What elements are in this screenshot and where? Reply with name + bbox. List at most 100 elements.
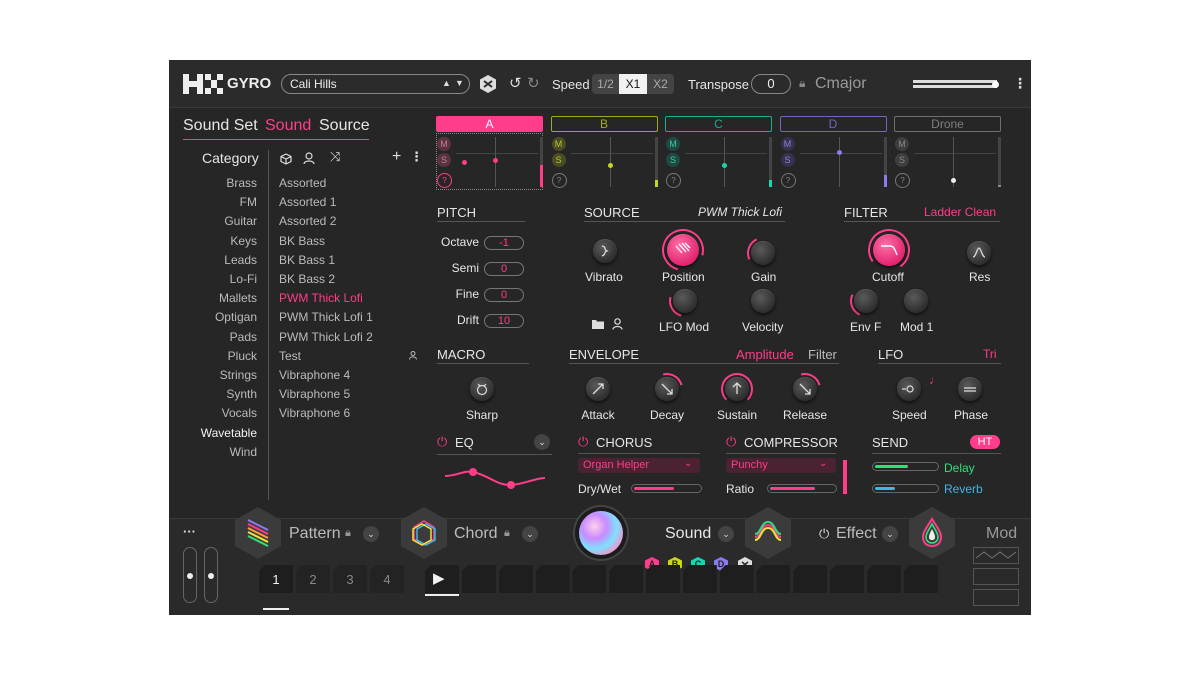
sequencer-step[interactable] xyxy=(793,565,828,593)
sequencer-step[interactable] xyxy=(609,565,644,593)
sound-item[interactable]: Vibraphone 6 xyxy=(279,406,350,420)
attack-knob[interactable] xyxy=(586,377,610,401)
chorus-power-icon[interactable]: ⏻ xyxy=(578,434,588,450)
pitch-value-field[interactable]: 0 xyxy=(484,262,524,276)
effect-power-icon[interactable]: ⏻ xyxy=(819,526,829,542)
reverb-send-slider[interactable] xyxy=(872,484,939,493)
category-item[interactable]: Mallets xyxy=(219,291,257,305)
mod-slot-3[interactable] xyxy=(973,589,1019,606)
pattern-lock-icon[interactable]: 🔒︎ xyxy=(345,527,351,540)
category-item[interactable]: Keys xyxy=(230,234,257,248)
folder-icon[interactable] xyxy=(591,318,606,330)
mod-1-knob[interactable] xyxy=(904,289,928,313)
bottom-more-icon[interactable]: ··· xyxy=(183,524,196,539)
sound-item[interactable]: BK Bass 1 xyxy=(279,253,335,267)
sound-item[interactable]: Test xyxy=(279,349,301,363)
eq-dropdown-icon[interactable]: ⌄ xyxy=(534,434,550,450)
menu-kebab-icon[interactable]: ⋮ xyxy=(1013,75,1027,92)
effect-dropdown-icon[interactable]: ⌄ xyxy=(882,526,898,542)
sound-item[interactable]: Assorted xyxy=(279,176,326,190)
category-item[interactable]: FM xyxy=(240,195,257,209)
add-sound-icon[interactable]: + xyxy=(392,148,401,166)
solo-button[interactable]: S xyxy=(666,153,680,167)
lfo-phase-knob[interactable] xyxy=(958,377,982,401)
gain-knob[interactable] xyxy=(751,241,775,265)
category-item[interactable]: Pads xyxy=(230,330,257,344)
mod-slot-1[interactable] xyxy=(973,547,1019,564)
cube-filter-icon[interactable] xyxy=(280,153,292,165)
sound-item[interactable]: BK Bass xyxy=(279,234,325,248)
tab-sound-set[interactable]: Sound Set xyxy=(183,117,258,135)
sound-item[interactable]: BK Bass 2 xyxy=(279,272,335,286)
category-item[interactable]: Optigan xyxy=(215,310,257,324)
eq-power-icon[interactable]: ⏻ xyxy=(437,434,447,450)
master-volume-slider[interactable] xyxy=(913,78,999,90)
sound-dropdown-icon[interactable]: ⌄ xyxy=(718,526,734,542)
lfo-speed-knob[interactable] xyxy=(897,377,921,401)
pattern-page-3[interactable]: 3 xyxy=(333,565,367,593)
compressor-power-icon[interactable]: ⏻ xyxy=(726,434,736,450)
category-item[interactable]: Brass xyxy=(226,176,257,190)
category-item[interactable]: Vocals xyxy=(222,406,257,420)
layer-tab-b[interactable]: B xyxy=(550,116,658,132)
speed-option-x2[interactable]: X2 xyxy=(647,74,674,94)
random-voice-button[interactable]: ? xyxy=(551,173,567,188)
pattern-page-4[interactable]: 4 xyxy=(370,565,404,593)
layer-tab-drone[interactable]: Drone xyxy=(894,116,1001,132)
sequencer-step[interactable] xyxy=(646,565,680,593)
vibrato-knob[interactable] xyxy=(593,239,617,263)
layer-tab-d[interactable]: D xyxy=(779,116,887,132)
chord-dropdown-icon[interactable]: ⌄ xyxy=(522,526,538,542)
tab-source[interactable]: Source xyxy=(319,117,370,135)
speed-option-half[interactable]: 1/2 xyxy=(592,74,619,94)
sequencer-step[interactable] xyxy=(866,565,901,593)
filter-type[interactable]: Ladder Clean xyxy=(924,205,996,219)
random-voice-button[interactable]: ? xyxy=(666,173,681,188)
category-item[interactable]: Pluck xyxy=(228,349,257,363)
mod-label[interactable]: Mod xyxy=(986,525,1017,543)
category-item[interactable]: Wind xyxy=(230,445,257,459)
category-item[interactable]: Lo-Fi xyxy=(230,272,257,286)
chorus-dry-wet-slider[interactable] xyxy=(631,484,702,493)
randomize-dice-icon[interactable] xyxy=(479,74,497,94)
sound-item[interactable]: Assorted 2 xyxy=(279,214,336,228)
category-item[interactable]: Synth xyxy=(226,387,257,401)
random-voice-button[interactable]: ? xyxy=(780,173,796,188)
pitch-value-field[interactable]: -1 xyxy=(484,236,524,250)
preset-selector[interactable]: Cali Hills ▲ ▼ xyxy=(281,74,470,94)
solo-button[interactable]: S xyxy=(895,153,909,167)
tab-sound[interactable]: Sound xyxy=(265,117,311,135)
key-label[interactable]: Cmajor xyxy=(815,75,867,93)
eq-curve[interactable] xyxy=(443,460,548,495)
solo-button[interactable]: S xyxy=(437,153,451,167)
send-ht-badge[interactable]: HT xyxy=(970,435,1000,449)
res-knob[interactable] xyxy=(967,241,991,265)
user-filter-icon[interactable] xyxy=(303,152,315,165)
lfo-mod-knob[interactable] xyxy=(673,289,697,313)
sound-item[interactable]: PWM Thick Lofi xyxy=(279,291,363,305)
note-sync-icon[interactable]: ♩ xyxy=(929,373,941,387)
compressor-preset-dropdown[interactable]: Punchy ⌄ xyxy=(726,458,836,473)
speed-option-x1[interactable]: X1 xyxy=(619,74,647,94)
sound-item[interactable]: PWM Thick Lofi 1 xyxy=(279,310,373,324)
sequencer-step[interactable] xyxy=(498,565,533,593)
pitch-wheel[interactable] xyxy=(183,547,197,603)
category-item[interactable]: Guitar xyxy=(224,214,257,228)
sound-item[interactable]: Vibraphone 4 xyxy=(279,368,350,382)
sequencer-step[interactable] xyxy=(572,565,607,593)
mute-button[interactable]: M xyxy=(780,137,795,151)
browser-menu-icon[interactable]: ⋮ xyxy=(410,149,423,165)
shuffle-icon[interactable]: ⤨ xyxy=(330,149,340,165)
sequencer-step[interactable] xyxy=(535,565,570,593)
random-voice-button[interactable]: ? xyxy=(895,173,910,188)
pitch-value-field[interactable]: 0 xyxy=(484,288,524,302)
source-user-icon[interactable] xyxy=(612,318,623,330)
mute-button[interactable]: M xyxy=(666,137,680,151)
sustain-knob[interactable] xyxy=(725,377,749,401)
decay-knob[interactable] xyxy=(655,377,679,401)
sound-item[interactable]: Vibraphone 5 xyxy=(279,387,350,401)
pattern-page-2[interactable]: 2 xyxy=(296,565,330,593)
pattern-dropdown-icon[interactable]: ⌄ xyxy=(363,526,379,542)
sequencer-step[interactable] xyxy=(682,565,717,593)
transpose-field[interactable]: 0 xyxy=(751,74,791,94)
